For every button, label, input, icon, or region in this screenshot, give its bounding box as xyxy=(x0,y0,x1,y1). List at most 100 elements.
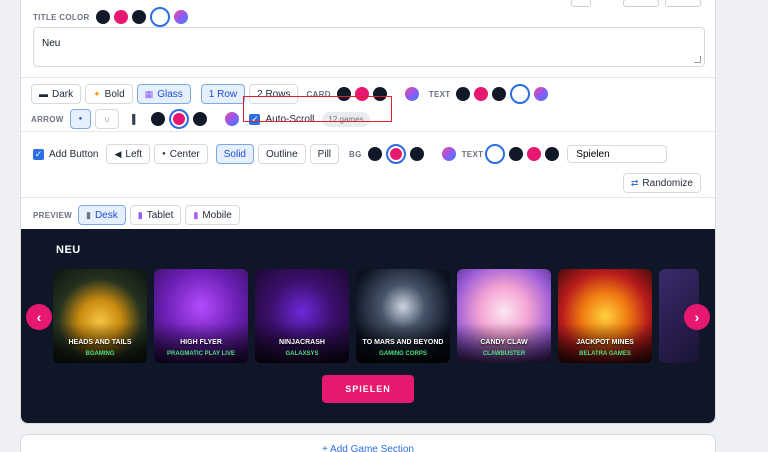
button-bg-pink-selected[interactable] xyxy=(385,144,406,164)
arrow-style-round-icon: ∪ xyxy=(104,114,111,124)
align-left-button[interactable]: ◀ Left xyxy=(106,144,151,164)
preview-mobile-label: Mobile xyxy=(202,209,232,221)
button-text-dark[interactable] xyxy=(545,147,560,161)
button-bg-dark[interactable] xyxy=(409,147,424,161)
button-style-solid-label: Solid xyxy=(223,148,246,160)
preview-carousel: NEU ‹ HEADS AND TAILS BGAMING HIGH FLYER… xyxy=(21,229,715,423)
button-style-outline-label: Outline xyxy=(265,148,298,160)
highlight-box xyxy=(243,96,392,122)
arrow-style-bar-button[interactable]: ▌ xyxy=(123,109,148,129)
text-color-dark[interactable] xyxy=(492,87,507,101)
button-style-solid[interactable]: Solid xyxy=(215,144,254,164)
game-provider: PRAGMATIC PLAY LIVE xyxy=(167,351,235,357)
game-title: HEADS AND TAILS xyxy=(68,339,132,346)
add-button-checkbox[interactable]: ✓ xyxy=(33,148,44,160)
preview-desk-label: Desk xyxy=(94,209,118,221)
preview-desk-button[interactable]: ▮ Desk xyxy=(78,205,126,225)
title-color-dark[interactable] xyxy=(131,10,146,24)
rows-one-label: 1 Row xyxy=(208,88,238,100)
glass-icon: ▦ xyxy=(144,88,154,99)
button-text-input[interactable] xyxy=(567,145,668,163)
style-dark-label: Dark xyxy=(52,88,74,100)
sparkle-icon: ✦ xyxy=(93,88,101,99)
style-bold-label: Bold xyxy=(104,88,125,100)
carousel-prev-arrow[interactable]: ‹ xyxy=(26,304,52,330)
randomize-label: Randomize xyxy=(642,177,693,189)
game-title: NINJACRASH xyxy=(279,339,325,346)
top-control-2[interactable] xyxy=(597,0,617,7)
game-tile[interactable]: NINJACRASH GALAXSYS xyxy=(255,269,349,363)
card-color-gradient-picker[interactable] xyxy=(404,87,419,101)
game-tile[interactable]: JACKPOT MINES BELATRA GAMES xyxy=(558,269,652,363)
button-text-navy[interactable] xyxy=(509,147,524,161)
button-text-custom-selected[interactable] xyxy=(485,144,506,164)
play-button[interactable]: SPIELEN xyxy=(322,375,414,403)
shuffle-icon: ⇄ xyxy=(630,177,639,188)
tablet-icon: ▮ xyxy=(137,209,143,220)
game-tile[interactable]: TO MARS AND BEYOND GAMING CORPS xyxy=(356,269,450,363)
add-button-label: Add Button xyxy=(49,148,99,160)
text-color-pink[interactable] xyxy=(474,87,489,101)
title-color-navy[interactable] xyxy=(95,10,110,24)
add-button-row: ✓ Add Button ◀ Left ● Center Solid Outline… xyxy=(33,144,668,164)
align-left-label: Left xyxy=(125,148,143,160)
game-provider: BGAMING xyxy=(85,351,115,357)
arrow-style-bar-icon: ▌ xyxy=(132,114,139,124)
divider xyxy=(21,197,715,198)
randomize-button[interactable]: ⇄ Randomize xyxy=(622,173,701,193)
title-color-row: TITLE COLOR xyxy=(33,7,192,27)
carousel-next-arrow[interactable]: › xyxy=(684,304,710,330)
section-editor-card: TITLE COLOR Neu ▬ Dark ✦ Bold ▦ Glass 1 Row… xyxy=(20,0,716,424)
style-dark-button[interactable]: ▬ Dark xyxy=(31,84,82,104)
top-control-4[interactable] xyxy=(665,0,701,7)
arrow-style-circle-icon: ● xyxy=(78,116,83,122)
title-color-gradient-picker[interactable] xyxy=(173,10,188,24)
align-center-icon: ● xyxy=(162,151,166,157)
text-color-custom-selected[interactable] xyxy=(510,84,531,104)
add-game-section[interactable]: + Add Game Section xyxy=(20,434,716,452)
game-provider: CLAWBUSTER xyxy=(482,351,526,357)
button-style-pill-label: Pill xyxy=(317,148,332,160)
title-color-pink[interactable] xyxy=(113,10,128,24)
preview-tablet-button[interactable]: ▮ Tablet xyxy=(129,205,182,225)
button-style-pill[interactable]: Pill xyxy=(309,144,340,164)
title-color-custom-selected[interactable] xyxy=(149,7,170,27)
style-bold-button[interactable]: ✦ Bold xyxy=(85,84,133,104)
game-tile[interactable]: HEADS AND TAILS BGAMING xyxy=(53,269,147,363)
section-name-value: Neu xyxy=(42,38,61,49)
rows-one-button[interactable]: 1 Row xyxy=(200,84,246,104)
title-color-label: TITLE COLOR xyxy=(33,12,90,22)
preview-mobile-button[interactable]: ▮ Mobile xyxy=(185,205,240,225)
top-controls xyxy=(571,0,701,7)
game-tile[interactable]: CANDY CLAW CLAWBUSTER xyxy=(457,269,551,363)
button-bg-navy[interactable] xyxy=(367,147,382,161)
arrow-label: ARROW xyxy=(31,114,64,124)
arrow-color-navy[interactable] xyxy=(151,112,166,126)
game-tile[interactable]: HIGH FLYER PRAGMATIC PLAY LIVE xyxy=(154,269,248,363)
button-bg-gradient-picker[interactable] xyxy=(441,147,456,161)
align-left-icon: ◀ xyxy=(114,148,122,159)
game-provider: GAMING CORPS xyxy=(379,351,427,357)
game-title: CANDY CLAW xyxy=(480,339,528,346)
arrow-color-pink-selected[interactable] xyxy=(169,109,190,129)
top-control-1[interactable] xyxy=(571,0,591,7)
arrow-style-circle-button[interactable]: ● xyxy=(69,109,92,129)
text-color-navy[interactable] xyxy=(456,87,471,101)
style-glass-label: Glass xyxy=(157,88,183,100)
divider xyxy=(21,131,715,132)
text-color-gradient-picker[interactable] xyxy=(534,87,549,101)
preview-label: PREVIEW xyxy=(33,210,72,220)
preview-tablet-label: Tablet xyxy=(146,209,174,221)
section-name-input[interactable]: Neu xyxy=(33,27,705,67)
button-style-outline[interactable]: Outline xyxy=(257,144,306,164)
add-game-section-label: + Add Game Section xyxy=(321,444,414,452)
align-center-button[interactable]: ● Center xyxy=(154,144,208,164)
style-glass-button[interactable]: ▦ Glass xyxy=(136,84,191,104)
button-text-pink[interactable] xyxy=(527,147,542,161)
arrow-color-dark[interactable] xyxy=(193,112,208,126)
text-color-label: TEXT xyxy=(428,89,451,99)
arrow-color-gradient-picker[interactable] xyxy=(225,112,240,126)
top-control-3[interactable] xyxy=(623,0,659,7)
resize-handle-icon[interactable] xyxy=(694,56,701,63)
arrow-style-round-button[interactable]: ∪ xyxy=(95,109,120,129)
